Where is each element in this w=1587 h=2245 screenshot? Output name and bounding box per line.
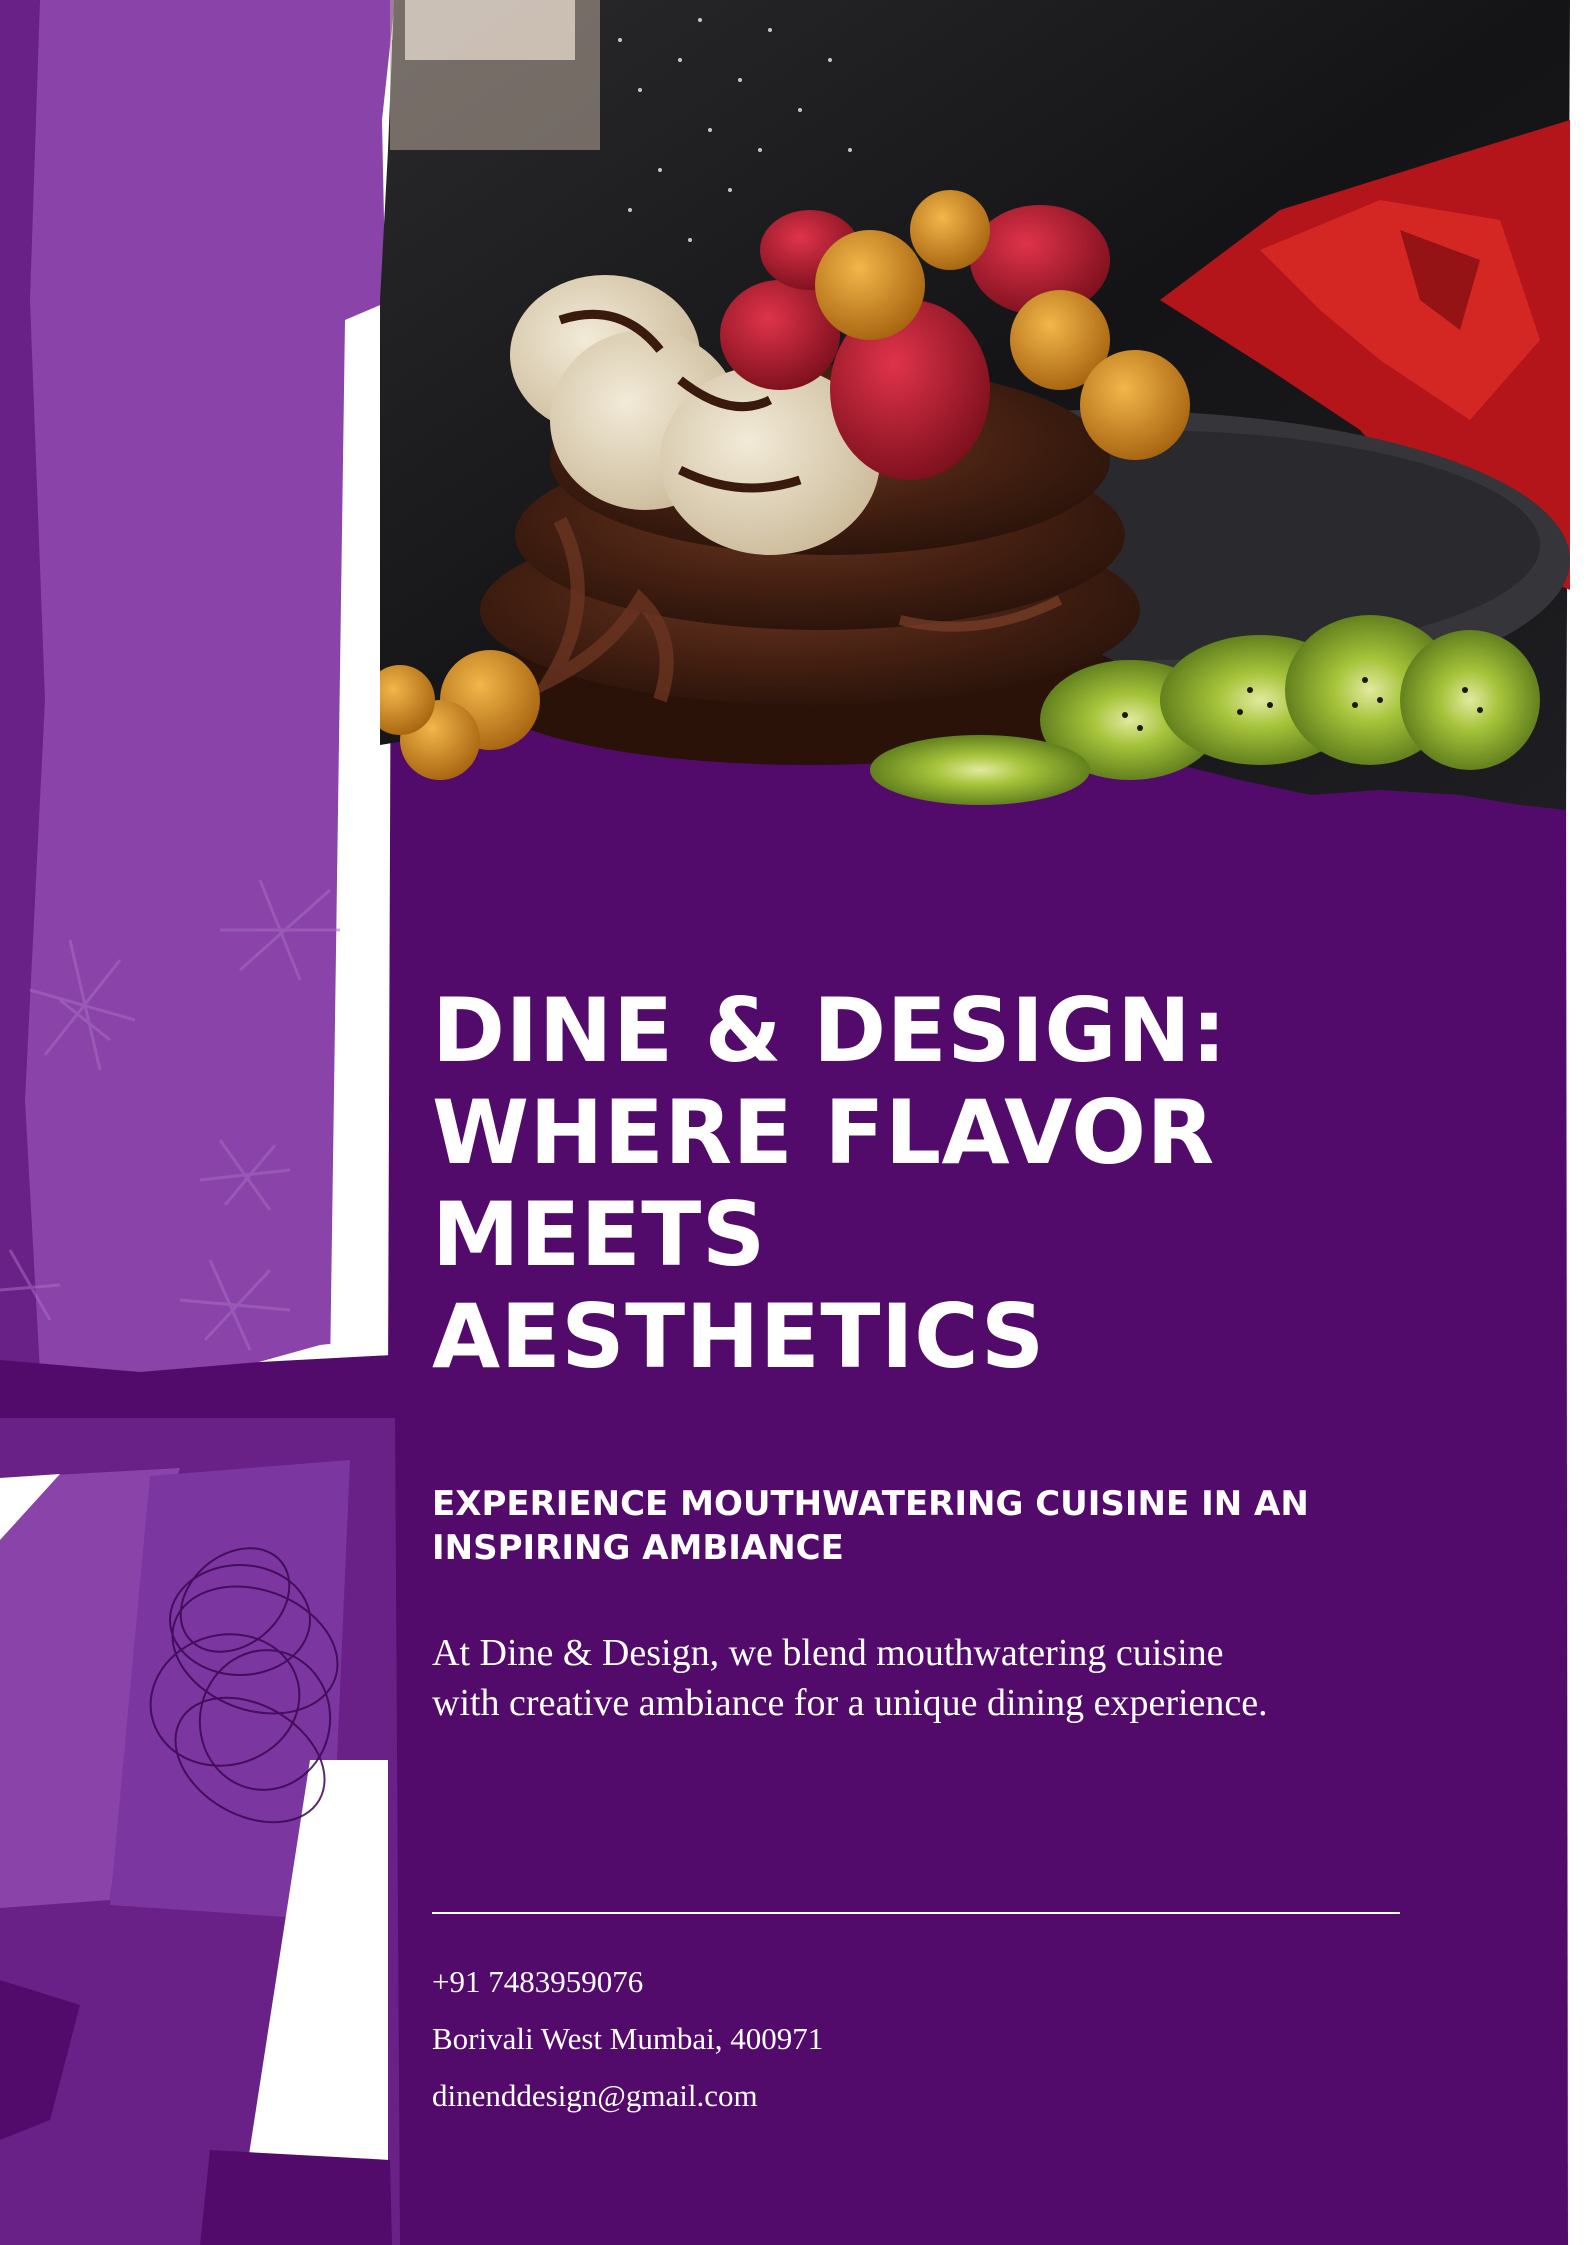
description-line: At Dine & Design, we blend mouthwatering… — [432, 1632, 1224, 1674]
description: At Dine & Design, we blend mouthwatering… — [432, 1628, 1452, 1728]
description-line: with creative ambiance for a unique dini… — [432, 1682, 1268, 1724]
poster: DINE & DESIGN: WHERE FLAVOR MEETS AESTHE… — [0, 0, 1587, 2245]
headline-line: DINE & DESIGN: — [432, 979, 1227, 1082]
hero-food-photo — [380, 0, 1570, 810]
contact-email[interactable]: dinenddesign@gmail.com — [432, 2076, 758, 2116]
subheading-line: INSPIRING AMBIANCE — [432, 1528, 844, 1568]
headline-line: AESTHETICS — [432, 1285, 1045, 1388]
headline-line: WHERE FLAVOR — [432, 1081, 1215, 1184]
subheading-line: EXPERIENCE MOUTHWATERING CUISINE IN AN — [432, 1484, 1309, 1524]
subheading: EXPERIENCE MOUTHWATERING CUISINE IN AN I… — [432, 1482, 1412, 1570]
headline-line: MEETS — [432, 1183, 766, 1286]
headline: DINE & DESIGN: WHERE FLAVOR MEETS AESTHE… — [432, 980, 1432, 1388]
contact-address: Borivali West Mumbai, 400971 — [432, 2021, 824, 2056]
contact-phone[interactable]: +91 7483959076 — [432, 1962, 643, 2002]
divider — [432, 1912, 1400, 1914]
